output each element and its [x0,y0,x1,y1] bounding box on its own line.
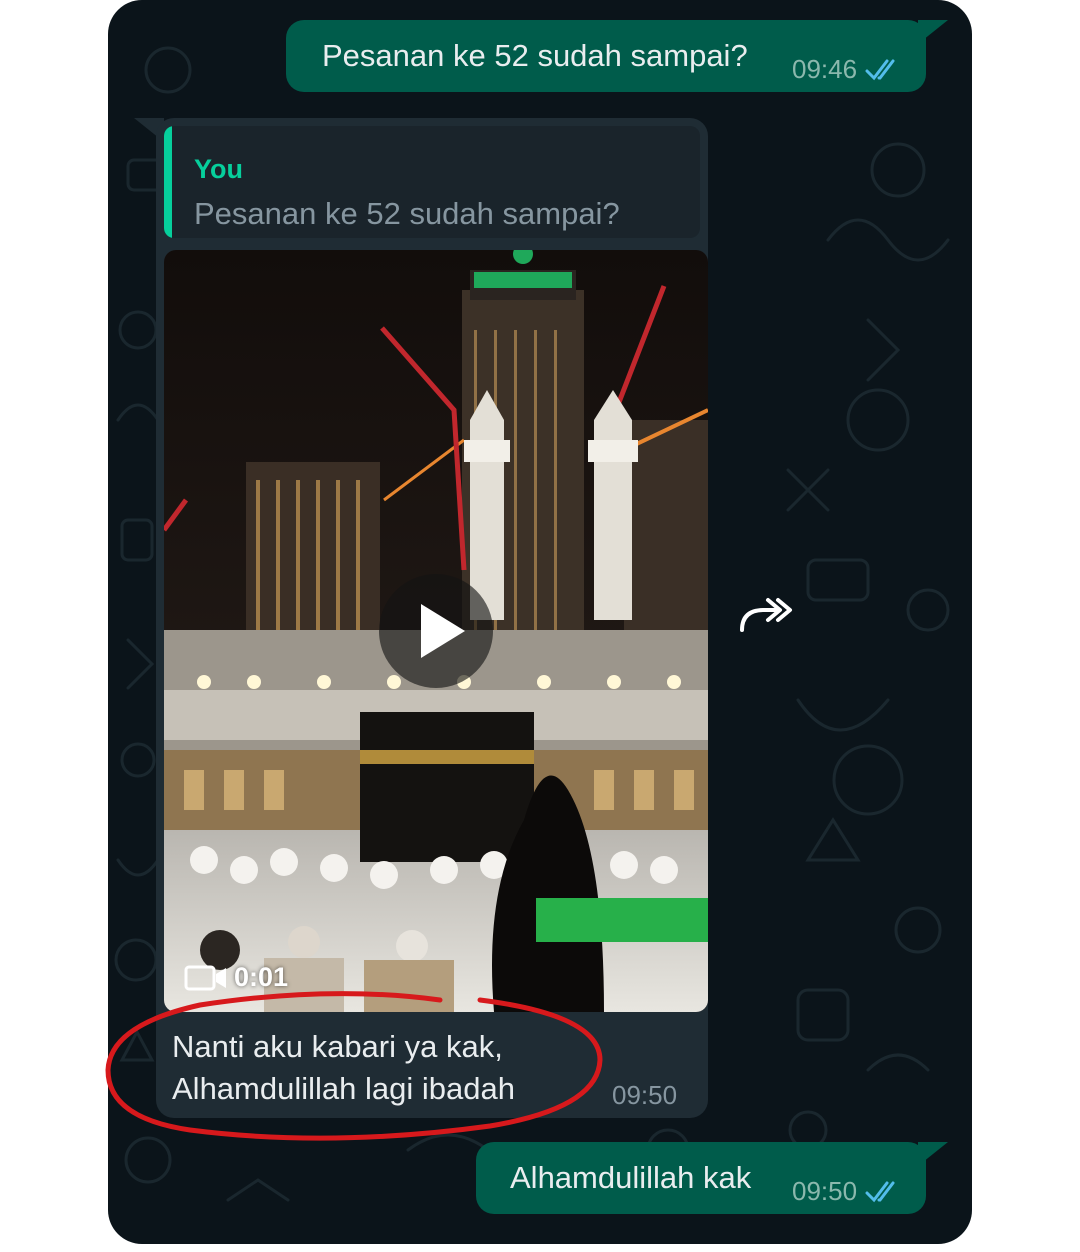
quote-author: You [194,154,243,184]
bubble-tail [918,1142,948,1166]
double-check-icon [865,1181,895,1202]
message-text: Alhamdulillah kak [510,1160,752,1195]
video-duration: 0:01 [184,962,288,993]
quote-text: Pesanan ke 52 sudah sampai? [194,196,620,231]
video-camera-icon [184,965,226,990]
message-time: 09:50 [612,1080,678,1110]
video-duration-text: 0:01 [234,962,289,992]
message-time: 09:50 [792,1176,858,1206]
chat-screen: Pesanan ke 52 sudah sampai? 09:46 You Pe… [108,0,972,1244]
double-check-icon [865,59,895,80]
message-meta: 09:50 [792,1176,903,1207]
video-thumbnail[interactable]: 0:01 [164,250,708,1012]
incoming-message[interactable]: You Pesanan ke 52 sudah sampai? 0:01 Nan… [156,118,708,1118]
outgoing-message[interactable]: Pesanan ke 52 sudah sampai? 09:46 [286,20,926,92]
message-meta: 09:46 [792,54,903,85]
caption-line-1: Nanti aku kabari ya kak, [172,1029,503,1064]
message-text: Pesanan ke 52 sudah sampai? [322,38,748,73]
quote-accent-bar [164,126,172,238]
message-caption: Nanti aku kabari ya kak, Alhamdulillah l… [172,1026,515,1110]
message-time: 09:46 [792,54,858,84]
play-icon[interactable] [379,574,493,688]
caption-line-2: Alhamdulillah lagi ibadah [172,1071,515,1106]
quoted-message[interactable]: You Pesanan ke 52 sudah sampai? [164,126,700,238]
bubble-tail [918,20,948,44]
outgoing-message[interactable]: Alhamdulillah kak 09:50 [476,1142,926,1214]
forward-icon[interactable] [738,596,794,636]
